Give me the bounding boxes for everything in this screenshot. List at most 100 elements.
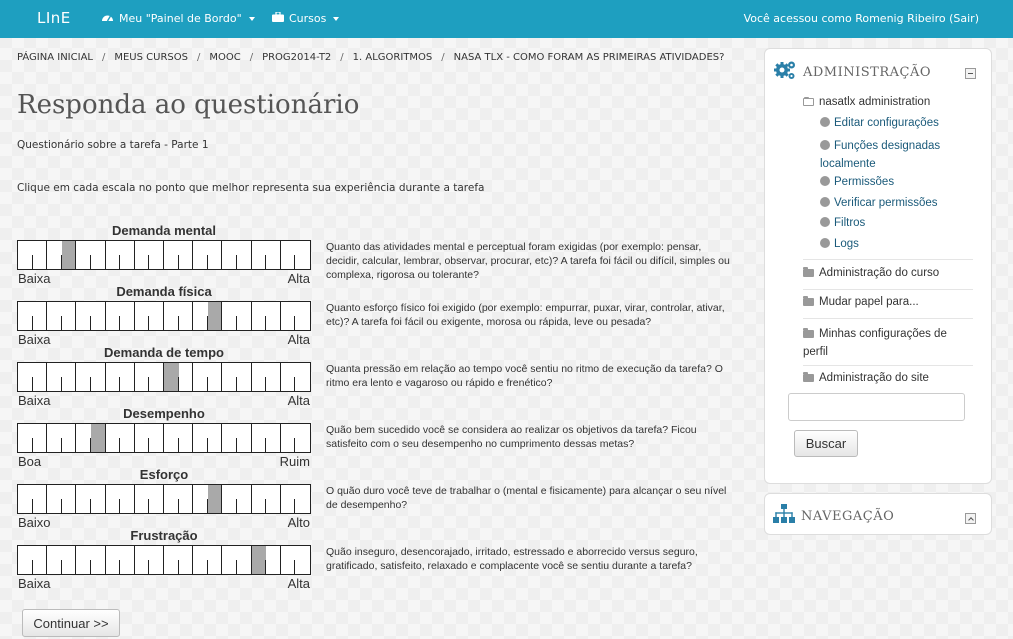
scale-segment-selected[interactable] bbox=[207, 485, 223, 513]
scale-segment[interactable] bbox=[281, 485, 296, 513]
scale-segment[interactable] bbox=[120, 424, 135, 452]
scale-segment[interactable] bbox=[33, 241, 48, 269]
scale-segment[interactable] bbox=[135, 302, 150, 330]
scale-segment-selected[interactable] bbox=[251, 546, 267, 574]
scale-segment[interactable] bbox=[266, 485, 281, 513]
scale-segment[interactable] bbox=[149, 241, 164, 269]
scale-segment[interactable] bbox=[120, 546, 135, 574]
collapse-icon[interactable] bbox=[965, 68, 976, 79]
scale-segment[interactable] bbox=[106, 241, 121, 269]
scale-segment[interactable] bbox=[237, 241, 252, 269]
scale-segment[interactable] bbox=[62, 363, 77, 391]
scale-segment[interactable] bbox=[33, 302, 48, 330]
scale-segment[interactable] bbox=[266, 302, 281, 330]
scale-segment[interactable] bbox=[222, 363, 237, 391]
rating-scale-bar[interactable] bbox=[17, 301, 311, 331]
scale-segment[interactable] bbox=[18, 302, 33, 330]
scale-segment[interactable] bbox=[62, 302, 77, 330]
breadcrumb-course[interactable]: PROG2014-T2 bbox=[262, 52, 331, 63]
scale-segment[interactable] bbox=[252, 485, 267, 513]
rating-scale-bar[interactable] bbox=[17, 240, 311, 270]
scale-segment[interactable] bbox=[76, 302, 91, 330]
scale-segment[interactable] bbox=[222, 546, 237, 574]
scale-segment[interactable] bbox=[18, 546, 33, 574]
scale-segment[interactable] bbox=[149, 363, 164, 391]
scale-segment[interactable] bbox=[18, 363, 33, 391]
scale-segment[interactable] bbox=[120, 485, 135, 513]
expand-icon[interactable] bbox=[965, 513, 976, 524]
scale-segment[interactable] bbox=[135, 241, 150, 269]
scale-segment[interactable] bbox=[164, 241, 179, 269]
scale-segment[interactable] bbox=[295, 241, 310, 269]
scale-segment[interactable] bbox=[91, 546, 106, 574]
scale-segment[interactable] bbox=[47, 241, 62, 269]
scale-segment[interactable] bbox=[33, 424, 48, 452]
scale-segment[interactable] bbox=[76, 241, 91, 269]
scale-segment[interactable] bbox=[149, 302, 164, 330]
scale-segment[interactable] bbox=[281, 302, 296, 330]
scale-segment[interactable] bbox=[164, 485, 179, 513]
scale-segment[interactable] bbox=[179, 485, 194, 513]
scale-segment[interactable] bbox=[179, 241, 194, 269]
scale-segment[interactable] bbox=[237, 546, 252, 574]
scale-segment[interactable] bbox=[208, 424, 223, 452]
admin-section-course[interactable]: Administração do curso bbox=[803, 267, 981, 279]
scale-segment[interactable] bbox=[266, 546, 281, 574]
scale-segment[interactable] bbox=[266, 241, 281, 269]
scale-segment[interactable] bbox=[164, 546, 179, 574]
scale-segment[interactable] bbox=[222, 485, 237, 513]
scale-segment[interactable] bbox=[164, 302, 179, 330]
scale-segment[interactable] bbox=[120, 241, 135, 269]
scale-segment[interactable] bbox=[91, 241, 106, 269]
scale-segment[interactable] bbox=[76, 546, 91, 574]
scale-segment[interactable] bbox=[281, 363, 296, 391]
scale-segment[interactable] bbox=[47, 424, 62, 452]
scale-segment-selected[interactable] bbox=[61, 241, 77, 269]
scale-segment[interactable] bbox=[295, 546, 310, 574]
scale-segment[interactable] bbox=[179, 424, 194, 452]
admin-link-check-permissions[interactable]: Verificar permissões bbox=[820, 197, 980, 209]
scale-segment[interactable] bbox=[91, 302, 106, 330]
scale-segment[interactable] bbox=[193, 302, 208, 330]
admin-link-edit-settings[interactable]: Editar configurações bbox=[820, 117, 980, 129]
scale-segment[interactable] bbox=[149, 546, 164, 574]
admin-section-profile-settings[interactable]: Minhas configurações de perfil bbox=[803, 325, 963, 361]
logout-link[interactable]: (Sair) bbox=[949, 12, 979, 25]
scale-segment[interactable] bbox=[135, 363, 150, 391]
admin-link-local-roles[interactable]: Funções designadas localmente bbox=[820, 137, 980, 173]
scale-segment-selected[interactable] bbox=[163, 363, 179, 391]
scale-segment[interactable] bbox=[266, 424, 281, 452]
courses-menu[interactable]: Cursos bbox=[272, 11, 340, 25]
scale-segment[interactable] bbox=[222, 424, 237, 452]
scale-segment[interactable] bbox=[281, 546, 296, 574]
breadcrumb-section[interactable]: 1. ALGORITMOS bbox=[353, 52, 433, 63]
scale-segment-selected[interactable] bbox=[90, 424, 106, 452]
scale-segment[interactable] bbox=[106, 363, 121, 391]
scale-segment[interactable] bbox=[193, 241, 208, 269]
scale-segment[interactable] bbox=[237, 424, 252, 452]
scale-segment[interactable] bbox=[91, 485, 106, 513]
admin-tree-root[interactable]: nasatlx administration bbox=[803, 96, 981, 108]
scale-segment[interactable] bbox=[266, 363, 281, 391]
continue-button[interactable]: Continuar >> bbox=[22, 609, 120, 637]
admin-section-switch-role[interactable]: Mudar papel para... bbox=[803, 296, 981, 308]
scale-segment[interactable] bbox=[47, 302, 62, 330]
scale-segment[interactable] bbox=[208, 241, 223, 269]
scale-segment[interactable] bbox=[62, 485, 77, 513]
scale-segment[interactable] bbox=[208, 363, 223, 391]
scale-segment[interactable] bbox=[252, 302, 267, 330]
rating-scale-bar[interactable] bbox=[17, 362, 311, 392]
scale-segment[interactable] bbox=[193, 363, 208, 391]
scale-segment[interactable] bbox=[237, 302, 252, 330]
scale-segment-selected[interactable] bbox=[207, 302, 223, 330]
scale-segment[interactable] bbox=[295, 424, 310, 452]
search-button[interactable]: Buscar bbox=[794, 430, 858, 457]
scale-segment[interactable] bbox=[193, 485, 208, 513]
scale-segment[interactable] bbox=[33, 363, 48, 391]
scale-segment[interactable] bbox=[295, 485, 310, 513]
scale-segment[interactable] bbox=[33, 485, 48, 513]
scale-segment[interactable] bbox=[106, 424, 121, 452]
scale-segment[interactable] bbox=[18, 424, 33, 452]
scale-segment[interactable] bbox=[281, 424, 296, 452]
scale-segment[interactable] bbox=[120, 302, 135, 330]
